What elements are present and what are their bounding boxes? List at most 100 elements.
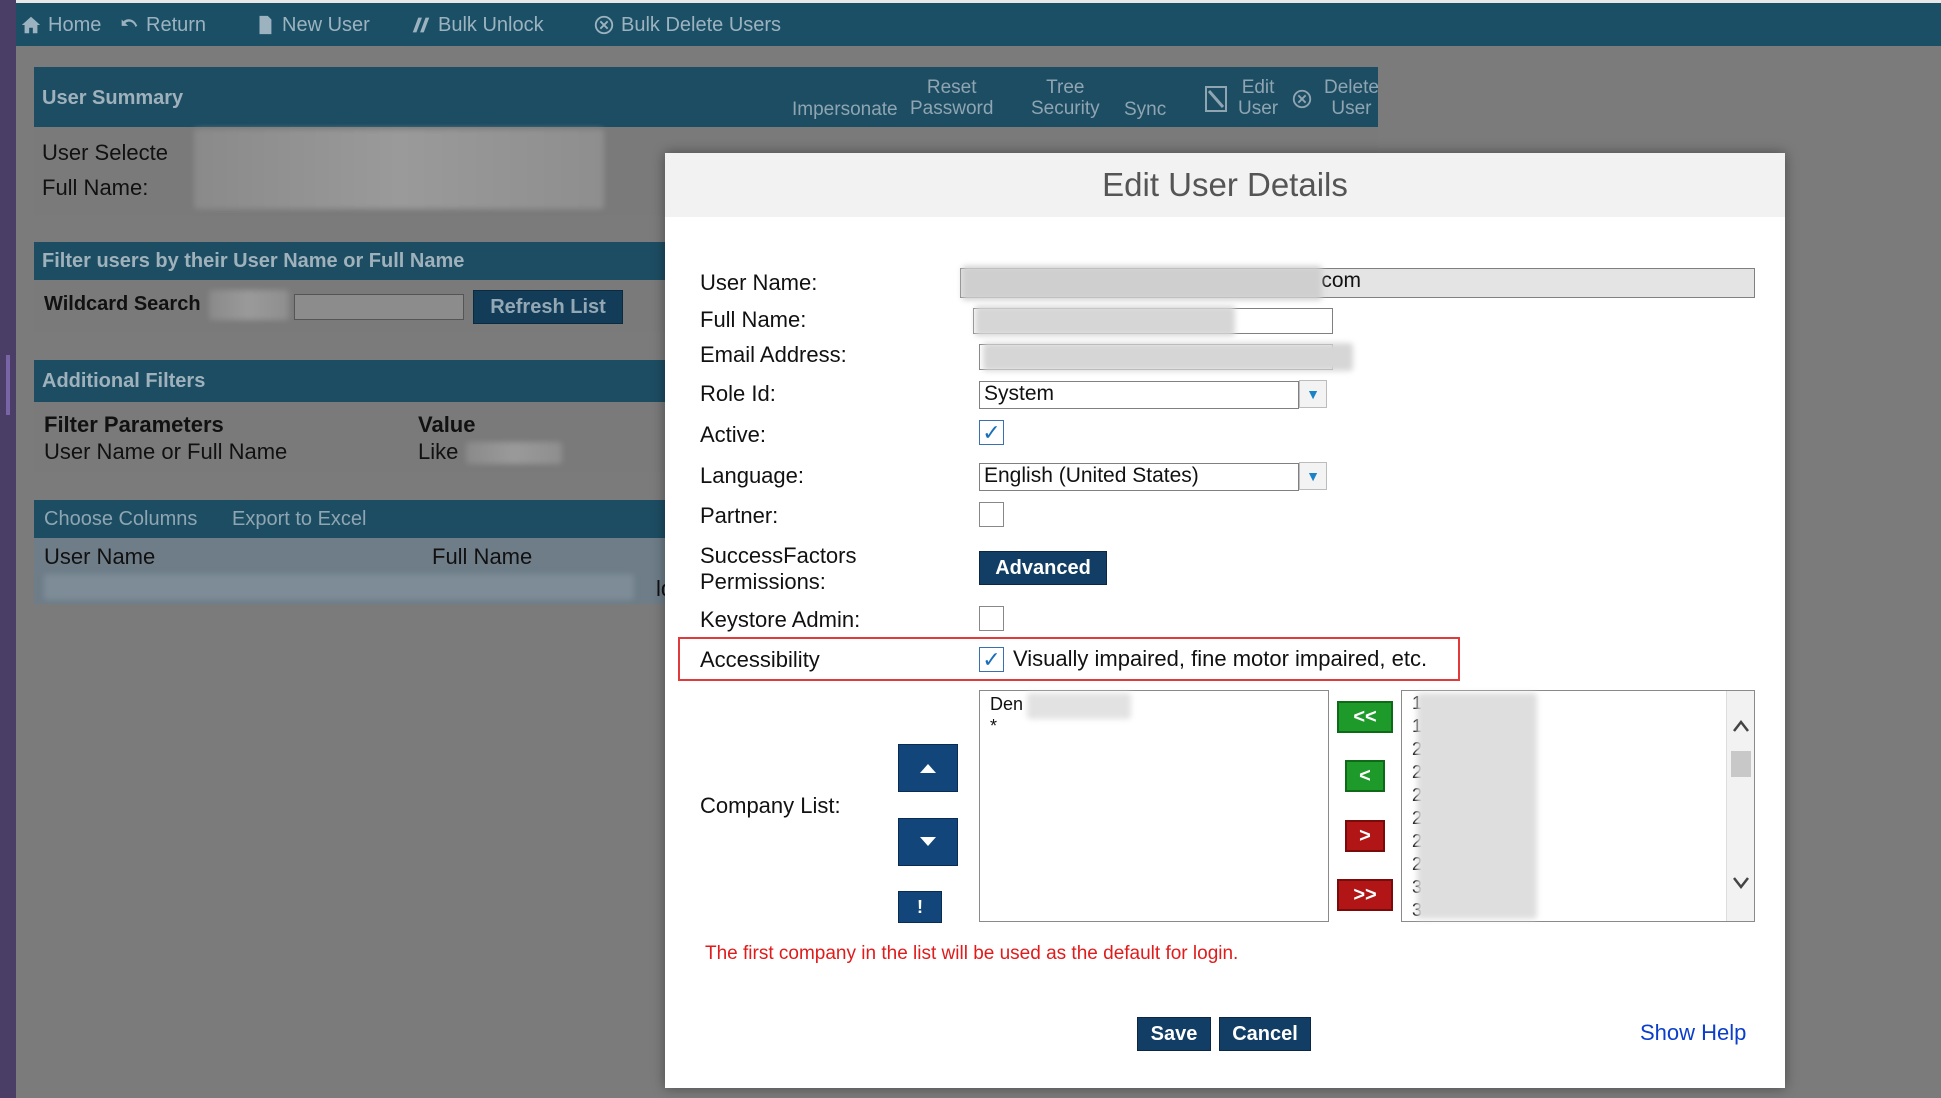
circle-x-icon <box>1292 89 1312 109</box>
col-user-name: User Name <box>44 544 156 569</box>
cancel-button[interactable]: Cancel <box>1219 1017 1311 1051</box>
filter-header: Filter users by their User Name or Full … <box>34 242 694 280</box>
company-list-scrollbar[interactable] <box>1726 691 1754 921</box>
toolbar-home[interactable]: Home <box>20 11 101 39</box>
advanced-button[interactable]: Advanced <box>979 551 1107 585</box>
role-dropdown-button[interactable]: ▼ <box>1299 380 1327 408</box>
sync-label: Sync <box>1124 99 1167 120</box>
move-all-left-label: << <box>1353 705 1377 728</box>
redacted-company <box>1027 693 1131 719</box>
chevron-down-icon[interactable] <box>1732 876 1750 890</box>
sync-action[interactable]: Sync <box>1124 99 1166 120</box>
move-up-button[interactable] <box>898 744 958 792</box>
value-header: Value <box>418 412 476 437</box>
filter-param-row: User Name or Full Name <box>44 439 288 464</box>
move-all-right-button[interactable]: >> <box>1337 879 1393 911</box>
impersonate-action[interactable]: Impersonate <box>792 99 898 120</box>
active-label: Active: <box>700 422 767 447</box>
toolbar-bulk-unlock-label: Bulk Unlock <box>438 13 544 36</box>
filter-panel: Filter users by their User Name or Full … <box>34 242 694 332</box>
active-checkbox[interactable]: ✓ <box>979 420 1004 445</box>
selected-company-list[interactable]: Den * <box>979 690 1329 922</box>
role-id-label: Role Id: <box>700 381 776 406</box>
choose-columns-link[interactable]: Choose Columns <box>44 508 197 531</box>
full-name-label: Full Name: <box>42 175 149 200</box>
filter-value-row: Like <box>418 439 459 464</box>
toolbar-return[interactable]: Return <box>118 11 206 39</box>
user-summary-header: User Summary <box>34 67 1378 127</box>
toolbar-bulk-delete[interactable]: Bulk Delete Users <box>593 11 781 39</box>
sf-permissions-label: SuccessFactors Permissions: <box>700 543 857 595</box>
company-list-label: Company List: <box>700 793 841 818</box>
sf-permissions-label-1: SuccessFactors <box>700 543 857 568</box>
arrow-down-icon <box>920 837 936 846</box>
partner-label: Partner: <box>700 503 779 528</box>
save-button[interactable]: Save <box>1137 1017 1211 1051</box>
toolbar-bulk-unlock[interactable]: Bulk Unlock <box>410 11 544 39</box>
results-grid: User Name Full Name ldc <box>34 538 694 604</box>
move-right-label: > <box>1359 824 1371 847</box>
reset-password-action[interactable]: Reset Password <box>910 77 993 119</box>
show-help-link[interactable]: Show Help <box>1640 1020 1746 1046</box>
filter-body: Wildcard Search Refresh List <box>34 280 694 332</box>
language-label: Language: <box>700 463 804 488</box>
edit-icon <box>1205 86 1227 112</box>
role-value: System <box>984 382 1055 405</box>
edit-user-dialog: Edit User Details User Name: com Full Na… <box>665 153 1785 1088</box>
left-edge-strip <box>0 0 16 1098</box>
bang-label: ! <box>917 896 923 917</box>
checkmark-icon: ✓ <box>982 646 1001 672</box>
delete-user-action[interactable]: Delete User <box>1324 77 1379 119</box>
toolbar-bulk-delete-label: Bulk Delete Users <box>621 13 782 36</box>
move-all-right-label: >> <box>1353 883 1377 906</box>
edit-user-action[interactable]: Edit User <box>1238 77 1278 119</box>
refresh-list-button[interactable]: Refresh List <box>473 290 623 324</box>
move-all-left-button[interactable]: << <box>1337 701 1393 733</box>
language-select[interactable]: English (United States) <box>979 463 1299 491</box>
chevron-up-icon[interactable] <box>1732 719 1750 733</box>
toolbar-return-label: Return <box>146 13 207 36</box>
col-full-name: Full Name <box>432 544 533 569</box>
edit-user-label-2: User <box>1238 98 1279 119</box>
delete-user-label-2: User <box>1331 98 1372 119</box>
export-excel-link[interactable]: Export to Excel <box>232 508 367 531</box>
toolbar-new-user[interactable]: New User <box>254 11 370 39</box>
full-name-field-label: Full Name: <box>700 307 807 332</box>
move-right-button[interactable]: > <box>1345 820 1385 852</box>
wildcard-search-input[interactable] <box>294 294 464 320</box>
filter-title: Filter users by their User Name or Full … <box>42 250 465 272</box>
results-panel: Choose Columns Export to Excel User Name… <box>34 500 694 604</box>
sf-permissions-label-2: Permissions: <box>700 569 826 594</box>
toolbar-home-label: Home <box>48 13 102 36</box>
move-left-button[interactable]: < <box>1345 760 1385 792</box>
chevron-down-icon: ▼ <box>1306 468 1320 484</box>
tree-security-action[interactable]: Tree Security <box>1031 77 1100 119</box>
results-toolbar: Choose Columns Export to Excel <box>34 500 694 538</box>
user-name-label: User Name: <box>700 270 818 295</box>
save-label: Save <box>1150 1022 1198 1045</box>
role-select[interactable]: System <box>979 381 1299 409</box>
language-dropdown-button[interactable]: ▼ <box>1299 462 1327 490</box>
partner-checkbox[interactable] <box>979 502 1004 527</box>
edit-user-label-1: Edit <box>1241 77 1275 98</box>
additional-filters-panel: Additional Filters Filter Parameters Val… <box>34 360 694 472</box>
user-summary-title: User Summary <box>42 87 184 109</box>
refresh-list-label: Refresh List <box>490 295 606 318</box>
arrow-up-icon <box>920 764 936 773</box>
keystore-admin-label: Keystore Admin: <box>700 607 861 632</box>
additional-filters-title: Additional Filters <box>42 370 206 392</box>
email-label: Email Address: <box>700 342 847 367</box>
wildcard-search-label: Wildcard Search <box>44 293 201 315</box>
accessibility-text: Visually impaired, fine motor impaired, … <box>1013 646 1428 671</box>
set-default-button[interactable]: ! <box>898 891 942 923</box>
checkmark-icon: ✓ <box>982 419 1001 445</box>
accessibility-checkbox[interactable]: ✓ <box>979 647 1004 672</box>
keystore-admin-checkbox[interactable] <box>979 606 1004 631</box>
default-company-note: The first company in the list will be us… <box>705 943 1239 964</box>
reset-password-label-2: Password <box>910 98 994 119</box>
scrollbar-thumb[interactable] <box>1731 751 1751 777</box>
edge-highlight <box>6 355 10 415</box>
move-down-button[interactable] <box>898 818 958 866</box>
redacted-email <box>983 343 1353 371</box>
tree-security-label-1: Tree <box>1046 77 1085 98</box>
